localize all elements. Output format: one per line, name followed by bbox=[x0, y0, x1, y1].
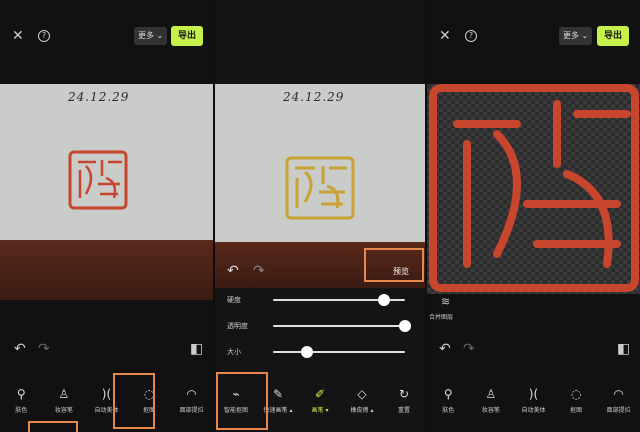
compare-icon[interactable]: ◧ bbox=[190, 342, 203, 356]
red-seal-stamp bbox=[68, 150, 128, 210]
more-button[interactable]: 更多 ⌄ bbox=[559, 27, 593, 45]
help-icon[interactable]: ? bbox=[38, 30, 50, 42]
tool-eraser[interactable]: ◇ 橡皮擦 ▴ bbox=[344, 386, 380, 414]
opacity-slider[interactable]: 透明度 bbox=[215, 318, 425, 334]
tool-label: 重置 bbox=[397, 407, 410, 414]
hardness-slider[interactable]: 硬度 bbox=[215, 292, 425, 308]
handwritten-date: 24.12.29 bbox=[283, 90, 345, 104]
tool-cutout[interactable]: ◌ 抠图 bbox=[558, 386, 594, 414]
face-icon: ◠ bbox=[613, 387, 624, 401]
more-label: 更多 bbox=[563, 31, 579, 40]
help-icon[interactable]: ? bbox=[465, 30, 477, 42]
skin-icon: ⚲ bbox=[443, 387, 453, 401]
slider-track bbox=[273, 351, 405, 353]
editor-panel-result: ✕ ? 更多 ⌄ 导出 ≋ 合并图层 ↶ ↷ ◧ ⚲ 肤色 ♙ 妆容笔 )( 自动美体… bbox=[427, 0, 640, 432]
tool-label: 面部提拉 bbox=[179, 407, 204, 414]
undo-icon[interactable]: ↶ bbox=[439, 342, 451, 356]
skin-icon: ⚲ bbox=[16, 387, 26, 401]
tool-makeup-pen[interactable]: ♙ 妆容笔 bbox=[46, 386, 82, 414]
slider-label: 硬度 bbox=[227, 296, 241, 304]
merge-layers-label[interactable]: 合并图层 bbox=[429, 312, 453, 321]
slider-label: 透明度 bbox=[227, 322, 248, 330]
wooden-desk bbox=[0, 240, 213, 300]
tool-skin[interactable]: ⚲ 肤色 bbox=[3, 386, 39, 414]
slider-label: 大小 bbox=[227, 348, 241, 356]
redo-icon[interactable]: ↷ bbox=[38, 342, 50, 356]
chevron-down-icon: ⌄ bbox=[156, 31, 164, 40]
more-label: 更多 bbox=[138, 31, 154, 40]
editor-panel-original: ✕ ? 更多 ⌄ 导出 24.12.29 ↶ ↷ ◧ ⚲ 肤色 ♙ 妆容笔 )(自动… bbox=[0, 0, 213, 432]
close-icon[interactable]: ✕ bbox=[12, 29, 24, 43]
export-button[interactable]: 导出 bbox=[171, 26, 204, 46]
tool-reset[interactable]: ↻ 重置 bbox=[386, 386, 422, 414]
export-button[interactable]: 导出 bbox=[597, 26, 630, 46]
brush-icon: ✐ bbox=[314, 387, 326, 401]
tool-brush[interactable]: ✐ 画笔 ▾ bbox=[302, 386, 338, 414]
close-icon[interactable]: ✕ bbox=[439, 29, 451, 43]
tool-bar: ⚲ 肤色 ♙ 妆容笔 )( 自动美体 ◌ 抠图 ◠ 面部提拉 bbox=[427, 386, 640, 414]
gold-seal-stamp bbox=[285, 156, 355, 220]
more-button[interactable]: 更多 ⌄ bbox=[134, 27, 168, 45]
body-icon: )( bbox=[528, 387, 539, 401]
tool-label: 肤色 bbox=[442, 407, 455, 414]
undo-icon[interactable]: ↶ bbox=[227, 264, 239, 278]
tool-label: 妆容笔 bbox=[54, 407, 73, 414]
tool-face-lift[interactable]: ◠ 面部提拉 bbox=[174, 386, 210, 414]
cutout-result-canvas bbox=[427, 84, 640, 294]
reset-icon: ↻ bbox=[398, 387, 410, 401]
compare-icon[interactable]: ◧ bbox=[617, 342, 630, 356]
eraser-icon: ◇ bbox=[357, 387, 367, 401]
brush-icon: ♙ bbox=[58, 387, 70, 401]
tool-label: 面部提拉 bbox=[606, 407, 631, 414]
slider-knob[interactable] bbox=[399, 320, 411, 332]
size-slider[interactable]: 大小 bbox=[215, 344, 425, 360]
merge-layers-icon[interactable]: ≋ bbox=[441, 296, 450, 307]
tool-face-lift[interactable]: ◠ 面部提拉 bbox=[601, 386, 637, 414]
handwritten-date: 24.12.29 bbox=[68, 90, 130, 104]
tool-auto-body[interactable]: )( 自动美体 bbox=[515, 386, 551, 414]
photo-canvas: 24.12.29 bbox=[0, 84, 213, 300]
tool-skin[interactable]: ⚲ 肤色 bbox=[430, 386, 466, 414]
tool-bar: ⚲ 肤色 ♙ 妆容笔 )(自动美体 ◌ 抠图 ◠ 面部提拉 bbox=[0, 386, 213, 414]
slider-knob[interactable] bbox=[301, 346, 314, 358]
cutout-highlight bbox=[113, 373, 155, 429]
tool-makeup-pen[interactable]: ♙ 妆容笔 bbox=[473, 386, 509, 414]
tool-label: 橡皮擦 ▴ bbox=[350, 407, 374, 414]
tool-label: 肤色 bbox=[15, 407, 28, 414]
face-icon: ◠ bbox=[186, 387, 197, 401]
editor-panel-cutout: 24.12.29 ↶ ↷ 预览 硬度 透明度 大小 ⌁ 智能抠图 ✎ 快速画笔 ▴ … bbox=[215, 0, 425, 432]
tool-label: 画笔 ▾ bbox=[311, 407, 329, 414]
bottom-highlight bbox=[28, 421, 78, 432]
preview-highlight bbox=[364, 248, 424, 282]
redo-icon[interactable]: ↷ bbox=[253, 264, 265, 278]
tool-label: 自动美体 bbox=[521, 407, 546, 414]
tool-label: 妆容笔 bbox=[481, 407, 500, 414]
brush-icon: ♙ bbox=[485, 387, 497, 401]
undo-icon[interactable]: ↶ bbox=[14, 342, 26, 356]
slider-knob[interactable] bbox=[377, 294, 390, 306]
chevron-down-icon: ⌄ bbox=[581, 31, 589, 40]
slider-track bbox=[273, 325, 405, 327]
smart-cutout-highlight bbox=[216, 372, 268, 430]
tool-label: 抠图 bbox=[570, 407, 583, 414]
cutout-icon: ◌ bbox=[570, 387, 582, 401]
redo-icon[interactable]: ↷ bbox=[463, 342, 475, 356]
